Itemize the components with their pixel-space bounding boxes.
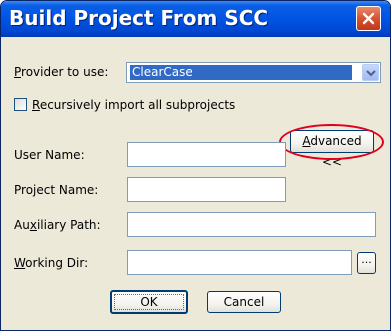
close-button[interactable] <box>356 6 381 31</box>
provider-select[interactable]: ClearCase <box>126 62 381 83</box>
ok-button[interactable]: OK <box>110 290 188 314</box>
user-name-field[interactable] <box>127 142 286 167</box>
browse-button[interactable]: ... <box>357 252 376 274</box>
provider-selected-value: ClearCase <box>130 65 352 80</box>
user-name-label: User Name: <box>14 148 85 162</box>
working-dir-label: Working Dir: <box>14 256 89 270</box>
cancel-button[interactable]: Cancel <box>207 291 281 313</box>
auxiliary-path-field[interactable] <box>127 212 376 237</box>
dialog-window: Build Project From SCC Provider to use: … <box>0 0 391 331</box>
auxiliary-path-label: Auxiliary Path: <box>14 218 101 232</box>
provider-dropdown-button[interactable] <box>362 64 379 81</box>
ok-button-label: OK <box>140 295 158 309</box>
working-dir-field[interactable] <box>127 250 352 275</box>
project-name-label: Project Name: <box>14 183 99 197</box>
title-bar[interactable]: Build Project From SCC <box>1 1 390 37</box>
project-name-field[interactable] <box>127 177 286 202</box>
provider-label: Provider to use: <box>14 65 109 79</box>
dialog-title: Build Project From SCC <box>9 6 269 30</box>
close-icon <box>362 12 375 25</box>
recursive-checkbox-label[interactable]: Recursively import all subprojects <box>32 98 235 112</box>
highlight-ellipse <box>279 124 384 160</box>
recursive-checkbox[interactable] <box>14 98 27 111</box>
chevron-down-icon <box>366 70 376 77</box>
